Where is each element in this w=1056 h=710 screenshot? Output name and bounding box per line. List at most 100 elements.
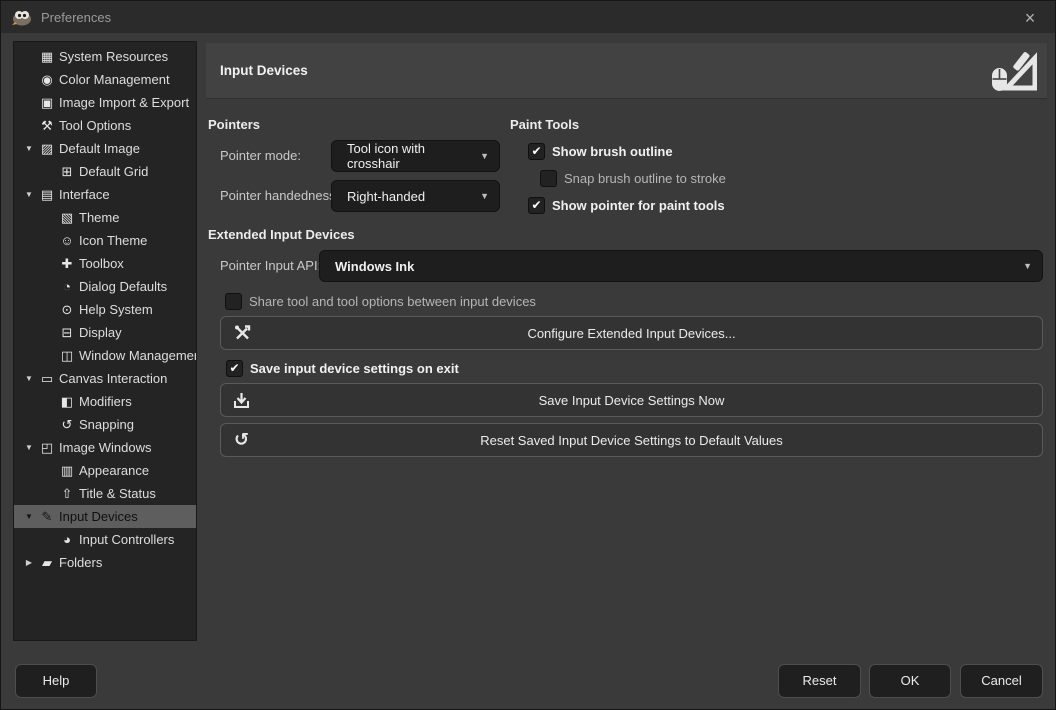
checkbox-box[interactable]: ✔	[528, 143, 545, 160]
sidebar-item-image-import-export[interactable]: ▣Image Import & Export	[14, 91, 196, 114]
sidebar-item-appearance[interactable]: ▥Appearance	[14, 459, 196, 482]
sidebar-list: ▦System Resources◉Color Management▣Image…	[14, 45, 196, 574]
expander-right-icon[interactable]: ▶	[20, 551, 38, 574]
expander-down-icon[interactable]: ▼	[20, 505, 38, 528]
sidebar-item-label: Tool Options	[59, 114, 131, 137]
ok-button[interactable]: OK	[869, 664, 951, 698]
sidebar-item-input-controllers[interactable]: ◕Input Controllers	[14, 528, 196, 551]
sidebar-item-label: Modifiers	[79, 390, 132, 413]
display-icon: ⊟	[58, 321, 76, 344]
button-label: Configure Extended Input Devices...	[527, 326, 735, 341]
sidebar-item-label: Snapping	[79, 413, 134, 436]
reset-saved-input-device-settings-button[interactable]: ↺ Reset Saved Input Device Settings to D…	[220, 423, 1043, 457]
sidebar-item-system-resources[interactable]: ▦System Resources	[14, 45, 196, 68]
sidebar-item-tool-options[interactable]: ⚒Tool Options	[14, 114, 196, 137]
sidebar-item-label: Help System	[79, 298, 153, 321]
sidebar-item-folders[interactable]: ▶▰Folders	[14, 551, 196, 574]
sidebar-item-modifiers[interactable]: ◧Modifiers	[14, 390, 196, 413]
pointer-input-api-value: Windows Ink	[335, 259, 414, 274]
checkbox-snap-brush-outline[interactable]: ✔ Snap brush outline to stroke	[540, 168, 726, 188]
pointer-mode-dropdown[interactable]: Tool icon with crosshair ▼	[331, 140, 500, 172]
help-system-icon: ⊙	[58, 298, 76, 321]
sidebar-item-window-management[interactable]: ◫Window Management	[14, 344, 196, 367]
sidebar-item-help-system[interactable]: ⊙Help System	[14, 298, 196, 321]
help-button[interactable]: Help	[15, 664, 97, 698]
modifiers-icon: ◧	[58, 390, 76, 413]
checkbox-label: Snap brush outline to stroke	[564, 171, 726, 186]
sidebar-item-label: Toolbox	[79, 252, 124, 275]
appearance-icon: ▥	[58, 459, 76, 482]
sidebar-item-label: Canvas Interaction	[59, 367, 167, 390]
sidebar-item-color-management[interactable]: ◉Color Management	[14, 68, 196, 91]
pointer-input-api-dropdown[interactable]: Windows Ink ▼	[319, 250, 1043, 282]
icon-theme-icon: ☺	[58, 229, 76, 252]
input-controllers-icon: ◕	[58, 528, 76, 551]
image-import-export-icon: ▣	[38, 91, 56, 114]
pointer-handedness-dropdown[interactable]: Right-handed ▼	[331, 180, 500, 212]
reset-icon: ↺	[234, 430, 249, 451]
sidebar-item-display[interactable]: ⊟Display	[14, 321, 196, 344]
chevron-down-icon: ▼	[480, 151, 489, 161]
sidebar-item-label: Display	[79, 321, 122, 344]
checkbox-save-input-device-settings-on-exit[interactable]: ✔ Save input device settings on exit	[226, 358, 459, 378]
checkbox-share-tool-options[interactable]: ✔ Share tool and tool options between in…	[225, 291, 536, 311]
sidebar-item-dialog-defaults[interactable]: ◔Dialog Defaults	[14, 275, 196, 298]
pointers-heading: Pointers	[208, 117, 260, 132]
sidebar-item-icon-theme[interactable]: ☺Icon Theme	[14, 229, 196, 252]
sidebar-item-image-windows[interactable]: ▼◰Image Windows	[14, 436, 196, 459]
pointer-mode-label: Pointer mode:	[220, 140, 301, 172]
sidebar-item-label: Input Devices	[59, 505, 138, 528]
checkbox-show-pointer-paint-tools[interactable]: ✔ Show pointer for paint tools	[528, 195, 725, 215]
button-label: Save Input Device Settings Now	[539, 393, 725, 408]
paint-tools-heading: Paint Tools	[510, 117, 579, 132]
sidebar-item-default-grid[interactable]: ⊞Default Grid	[14, 160, 196, 183]
sidebar-item-label: Color Management	[59, 68, 170, 91]
sidebar-item-canvas-interaction[interactable]: ▼▭Canvas Interaction	[14, 367, 196, 390]
expander-down-icon[interactable]: ▼	[20, 137, 38, 160]
sidebar-item-label: Folders	[59, 551, 102, 574]
save-input-device-settings-now-button[interactable]: Save Input Device Settings Now	[220, 383, 1043, 417]
checkbox-label: Show pointer for paint tools	[552, 198, 725, 213]
dialog-defaults-icon: ◔	[58, 275, 76, 298]
checkbox-label: Show brush outline	[552, 144, 673, 159]
expander-down-icon[interactable]: ▼	[20, 183, 38, 206]
canvas-interaction-icon: ▭	[38, 367, 56, 390]
preferences-category-list: ▦System Resources◉Color Management▣Image…	[13, 41, 197, 641]
sidebar-item-title-status[interactable]: ⇧Title & Status	[14, 482, 196, 505]
reset-button[interactable]: Reset	[778, 664, 861, 698]
page-title: Input Devices	[220, 63, 308, 78]
checkbox-show-brush-outline[interactable]: ✔ Show brush outline	[528, 141, 673, 161]
pointer-handedness-label: Pointer handedness:	[220, 180, 339, 212]
sidebar-item-theme[interactable]: ▧Theme	[14, 206, 196, 229]
toolbox-icon: ✚	[58, 252, 76, 275]
sidebar-item-snapping[interactable]: ↺Snapping	[14, 413, 196, 436]
sidebar-item-label: Input Controllers	[79, 528, 174, 551]
sidebar-item-default-image[interactable]: ▼▨Default Image	[14, 137, 196, 160]
expander-down-icon[interactable]: ▼	[20, 367, 38, 390]
checkbox-label: Save input device settings on exit	[250, 361, 459, 376]
sidebar-item-label: Appearance	[79, 459, 149, 482]
cancel-button[interactable]: Cancel	[960, 664, 1043, 698]
pointer-mode-value: Tool icon with crosshair	[347, 141, 472, 171]
sidebar-item-interface[interactable]: ▼▤Interface	[14, 183, 196, 206]
checkbox-box[interactable]: ✔	[225, 293, 242, 310]
close-icon[interactable]: ×	[1019, 7, 1041, 29]
expander-down-icon[interactable]: ▼	[20, 436, 38, 459]
sidebar-item-toolbox[interactable]: ✚Toolbox	[14, 252, 196, 275]
preferences-window: Preferences × ▦System Resources◉Color Ma…	[0, 0, 1056, 710]
default-grid-icon: ⊞	[58, 160, 76, 183]
page-header: Input Devices	[206, 43, 1047, 99]
sidebar-item-input-devices[interactable]: ▼✎Input Devices	[14, 505, 196, 528]
pointer-input-api-label: Pointer Input API:	[220, 250, 321, 282]
sidebar-item-label: System Resources	[59, 45, 168, 68]
color-management-icon: ◉	[38, 68, 56, 91]
configure-extended-input-devices-button[interactable]: Configure Extended Input Devices...	[220, 316, 1043, 350]
theme-icon: ▧	[58, 206, 76, 229]
checkbox-box[interactable]: ✔	[528, 197, 545, 214]
window-title: Preferences	[41, 10, 111, 25]
checkbox-box[interactable]: ✔	[540, 170, 557, 187]
check-icon: ✔	[229, 362, 239, 374]
checkbox-box[interactable]: ✔	[226, 360, 243, 377]
input-devices-icon: ✎	[38, 505, 56, 528]
sidebar-item-label: Dialog Defaults	[79, 275, 167, 298]
